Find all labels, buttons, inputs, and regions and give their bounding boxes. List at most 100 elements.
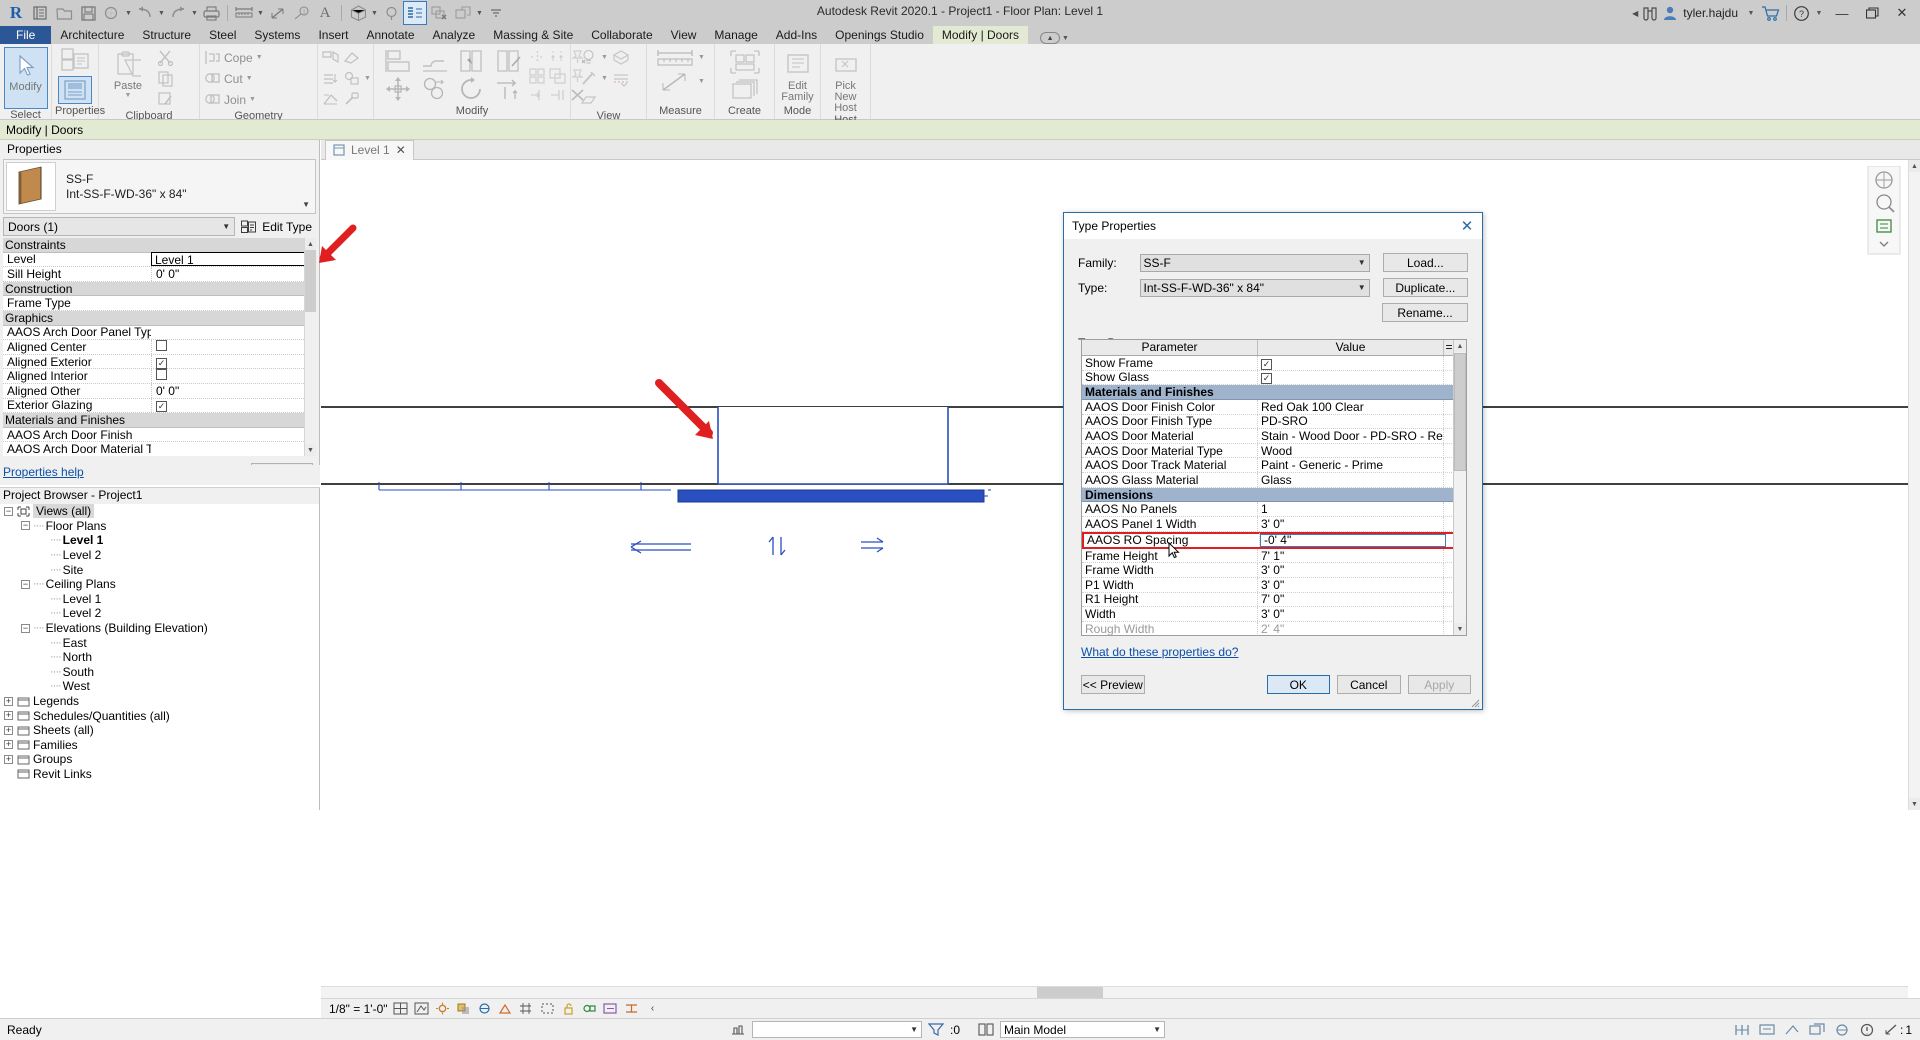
tree-node[interactable]: Revit Links (0, 767, 319, 782)
switch-windows-icon[interactable] (451, 1, 475, 25)
sun-path-icon[interactable] (435, 1001, 451, 1016)
property-row[interactable]: AAOS Arch Door Material Type (3, 442, 316, 456)
press-drag-icon[interactable] (730, 1022, 746, 1037)
aligned-dimension-tool[interactable]: ▼ (655, 71, 706, 92)
tab-manage[interactable]: Manage (705, 26, 766, 44)
load-button[interactable]: Load... (1382, 253, 1468, 272)
array-icon[interactable] (528, 66, 547, 85)
hide-elements-tool[interactable] (611, 68, 630, 89)
tree-node[interactable]: ···· West (0, 679, 319, 694)
type-param-value[interactable]: ✓ (1258, 355, 1444, 370)
type-param-value[interactable]: 3' 0" (1258, 516, 1444, 531)
customize-qat-icon[interactable] (484, 1, 508, 25)
constraints-icon[interactable] (1834, 1022, 1850, 1037)
print-icon[interactable] (199, 1, 223, 25)
property-value[interactable]: ✓ (151, 398, 316, 413)
tree-node[interactable]: + Groups (0, 752, 319, 767)
expand-node-icon[interactable]: + (4, 754, 13, 764)
expand-node-icon[interactable]: + (4, 740, 13, 750)
tab-systems[interactable]: Systems (245, 26, 309, 44)
user-name-label[interactable]: tyler.hajdu (1680, 6, 1741, 20)
dimension-dropdown-icon[interactable]: ▼ (697, 78, 706, 85)
type-param-row[interactable]: AAOS Door Material Type Wood (1082, 443, 1466, 459)
type-param-value[interactable]: Paint - Generic - Prime (1258, 458, 1444, 473)
type-param-value[interactable]: -0' 4" (1260, 533, 1446, 547)
tab-architecture[interactable]: Architecture (51, 26, 133, 44)
property-row[interactable]: AAOS Arch Door Finish (3, 428, 316, 443)
type-selector[interactable]: SS-F Int-SS-F-WD-36" x 84" ▼ (3, 159, 316, 214)
temporary-hide-isolate-icon[interactable] (582, 1001, 598, 1016)
measure-dropdown-icon-2[interactable]: ▼ (697, 54, 706, 61)
cutback-tool[interactable] (579, 89, 609, 110)
type-param-row[interactable]: Frame Height 7' 1" (1082, 548, 1466, 564)
search-binoculars-icon[interactable] (1640, 1, 1660, 25)
status-selection-combo[interactable]: ▼ (752, 1021, 922, 1038)
type-param-value[interactable]: 7' 0" (1258, 592, 1444, 607)
user-account-icon[interactable] (1662, 1, 1678, 25)
type-param-value[interactable]: Wood (1258, 443, 1444, 458)
rename-button[interactable]: Rename... (1382, 303, 1468, 322)
render-icon[interactable] (498, 1001, 514, 1016)
visual-style-icon[interactable] (414, 1001, 430, 1016)
type-param-row[interactable]: R1 Height 7' 0" (1082, 592, 1466, 608)
undo-icon[interactable] (133, 1, 157, 25)
create-group-icon[interactable] (725, 78, 765, 104)
cut-geometry-tool[interactable]: Cut ▼ (203, 68, 254, 89)
save-as-dropdown-icon[interactable]: ▼ (124, 1, 133, 25)
collapse-node-icon[interactable]: − (21, 623, 30, 633)
join-dropdown-icon[interactable]: ▼ (248, 96, 257, 103)
tree-node[interactable]: ···· Level 1 (0, 592, 319, 607)
tree-node[interactable]: − ···· Ceiling Plans (0, 577, 319, 592)
collapse-node-icon[interactable]: − (4, 506, 13, 516)
wall-joins-tool[interactable] (321, 47, 361, 68)
property-row[interactable]: Sill Height 0' 0" (3, 266, 316, 282)
type-param-value[interactable]: Stain - Wood Door - PD-SRO - Red Oak (1258, 429, 1444, 444)
split-face-tool[interactable]: ▼ (321, 68, 372, 89)
redo-icon[interactable] (166, 1, 190, 25)
tab-view[interactable]: View (662, 26, 706, 44)
measure-between-references-tool[interactable]: ▼ (655, 47, 706, 68)
tab-analyze[interactable]: Analyze (424, 26, 485, 44)
checkbox-checked[interactable]: ✓ (1261, 373, 1272, 385)
type-parameters-scrollbar[interactable]: ▲ ▼ (1453, 340, 1466, 635)
close-button[interactable]: ✕ (1888, 1, 1916, 25)
property-row[interactable]: Aligned Other 0' 0" (3, 383, 316, 399)
type-param-row[interactable]: Show Frame ✓ (1082, 355, 1466, 371)
checkbox-checked[interactable]: ✓ (1261, 358, 1272, 370)
worksets-icon[interactable] (978, 1022, 994, 1037)
demolish-tools[interactable] (321, 89, 361, 110)
checkbox-unchecked[interactable] (156, 369, 167, 381)
edit-type-button[interactable]: Edit Type (239, 217, 316, 236)
duplicate-button[interactable]: Duplicate... (1382, 278, 1468, 297)
properties-help-link[interactable]: Properties help (0, 465, 320, 485)
checkbox-unchecked[interactable] (156, 339, 167, 351)
properties-scroll-down-icon[interactable]: ▼ (305, 444, 316, 456)
redo-dropdown-icon[interactable]: ▼ (190, 1, 199, 25)
collapse-icon[interactable]: ◀ (1632, 1, 1638, 25)
tree-node[interactable]: ···· Site (0, 562, 319, 577)
view-more-icon[interactable]: ‹ (645, 1001, 661, 1016)
properties-scrollbar[interactable]: ▲ ▼ (304, 238, 316, 456)
dialog-apply-button[interactable]: Apply (1407, 675, 1471, 694)
cut-dropdown-icon[interactable]: ▼ (245, 75, 254, 82)
new-project-icon[interactable] (28, 1, 52, 25)
property-row[interactable]: Frame Type (3, 296, 316, 311)
type-combobox[interactable]: Int-SS-F-WD-36" x 84" ▼ (1139, 278, 1370, 297)
paint-geometry-icon[interactable] (342, 69, 361, 88)
property-row[interactable]: Level Level 1 (3, 252, 316, 268)
join-tool[interactable]: Join ▼ (203, 89, 257, 110)
move-icon[interactable] (380, 75, 416, 103)
paste-dropdown-icon[interactable]: ▼ (124, 92, 133, 99)
thin-lines-icon[interactable] (403, 1, 427, 25)
linework-dropdown-icon[interactable]: ▼ (600, 75, 609, 82)
type-param-row[interactable]: Show Glass ✓ (1082, 370, 1466, 386)
tab-annotate[interactable]: Annotate (357, 26, 423, 44)
properties-scroll-thumb[interactable] (305, 250, 316, 312)
autodesk-store-icon[interactable] (1761, 1, 1780, 25)
tree-node[interactable]: + Legends (0, 694, 319, 709)
type-param-row[interactable]: Frame Width 3' 0" (1082, 563, 1466, 578)
view-scale-label[interactable]: 1/8" = 1'-0" (329, 1002, 388, 1016)
properties-scroll-up-icon[interactable]: ▲ (305, 238, 316, 250)
property-row[interactable]: Exterior Glazing ✓ (3, 398, 316, 414)
type-selector-dropdown-icon[interactable]: ▼ (302, 200, 310, 209)
